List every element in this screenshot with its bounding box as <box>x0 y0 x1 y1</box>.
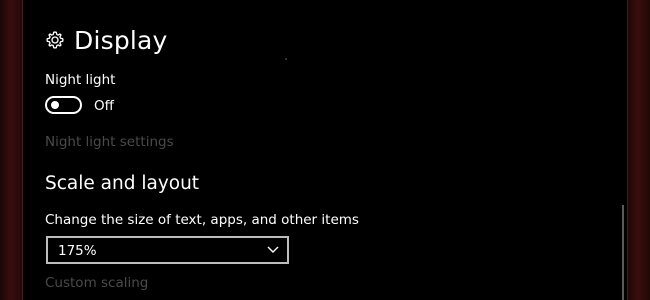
cursor-speck <box>285 58 287 60</box>
right-frame <box>627 0 650 300</box>
scale-dropdown-value: 175% <box>58 243 97 259</box>
scrollbar[interactable] <box>622 205 624 300</box>
night-light-toggle[interactable] <box>45 96 82 114</box>
page-header: Display <box>45 24 168 56</box>
right-frame-edge <box>627 0 628 300</box>
text-size-label: Change the size of text, apps, and other… <box>45 212 359 228</box>
scale-dropdown[interactable]: 175% <box>46 236 289 264</box>
scale-layout-heading: Scale and layout <box>45 173 200 194</box>
toggle-knob <box>51 101 59 109</box>
settings-panel: Display Night light Off Night light sett… <box>23 0 627 300</box>
night-light-settings-link[interactable]: Night light settings <box>45 134 174 150</box>
left-frame <box>0 0 23 300</box>
custom-scaling-link[interactable]: Custom scaling <box>45 275 148 291</box>
page-title: Display <box>74 25 168 55</box>
chevron-down-icon <box>267 246 279 253</box>
gear-icon <box>46 31 64 49</box>
night-light-label: Night light <box>45 72 116 88</box>
night-light-toggle-state: Off <box>94 98 114 114</box>
